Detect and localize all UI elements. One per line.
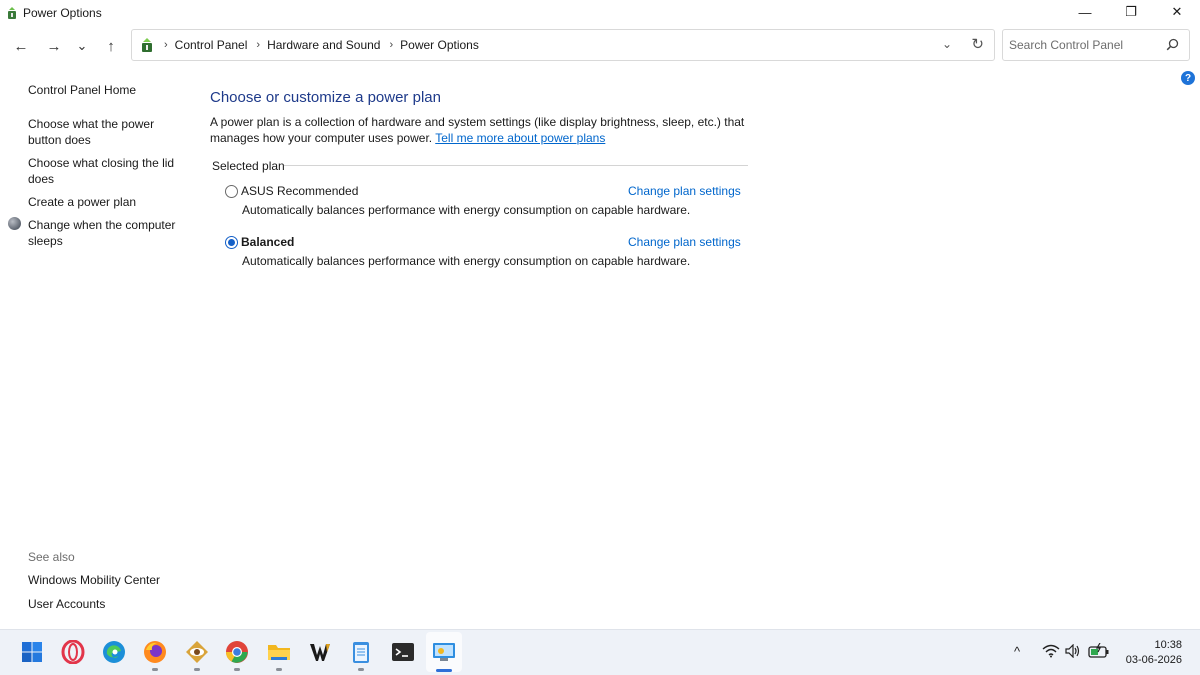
control-panel-icon <box>142 38 152 52</box>
chrome-icon[interactable] <box>224 639 250 665</box>
battery-icon[interactable] <box>1088 643 1110 659</box>
create-power-plan-link[interactable]: Create a power plan <box>28 194 190 210</box>
wifi-icon[interactable] <box>1042 644 1060 658</box>
breadcrumb-separator: › <box>256 39 261 51</box>
running-indicator <box>276 668 282 671</box>
taskbar: ^ 10:38 03-06-2026 <box>0 629 1200 675</box>
start-icon[interactable] <box>19 639 45 665</box>
notepad-icon[interactable] <box>348 639 374 665</box>
control-panel-icon[interactable] <box>431 639 457 665</box>
running-indicator <box>358 668 364 671</box>
chevron-down-icon[interactable]: ⌄ <box>942 37 952 51</box>
section-divider <box>284 165 748 166</box>
terminal-icon[interactable] <box>390 639 416 665</box>
volume-icon[interactable] <box>1065 644 1081 658</box>
page-title: Choose or customize a power plan <box>210 89 441 106</box>
clock-time: 10:38 <box>1154 639 1182 651</box>
system-clock[interactable]: 10:38 03-06-2026 <box>1126 638 1182 668</box>
power-button-link[interactable]: Choose what the power button does <box>28 116 190 148</box>
page-description: A power plan is a collection of hardware… <box>210 114 770 146</box>
navigation-bar: ← → ⌄ ↑ › Control Panel › Hardware and S… <box>0 27 1200 63</box>
computer-sleeps-link[interactable]: Change when the computer sleeps <box>28 217 190 249</box>
search-input[interactable] <box>1009 38 1159 52</box>
address-bar[interactable]: › Control Panel › Hardware and Sound › P… <box>131 29 995 61</box>
breadcrumb-power-options[interactable]: Power Options <box>400 38 479 52</box>
plan-description: Automatically balances performance with … <box>242 254 691 268</box>
title-bar: Power Options — ❐ ✕ <box>0 0 1200 26</box>
running-indicator <box>194 668 200 671</box>
control-panel-home-link[interactable]: Control Panel Home <box>28 82 190 98</box>
restore-button[interactable]: ❐ <box>1108 0 1154 24</box>
help-icon[interactable]: ? <box>1181 71 1195 85</box>
window-controls: — ❐ ✕ <box>1062 0 1200 24</box>
file-explorer-icon[interactable] <box>266 639 292 665</box>
plan-description: Automatically balances performance with … <box>242 203 691 217</box>
show-hidden-icons-button[interactable]: ^ <box>1014 644 1020 659</box>
opera-icon[interactable] <box>60 639 86 665</box>
plan-name[interactable]: ASUS Recommended <box>241 184 358 198</box>
change-plan-settings-link[interactable]: Change plan settings <box>628 235 741 249</box>
running-indicator <box>152 668 158 671</box>
power-options-icon <box>8 7 16 19</box>
refresh-icon[interactable]: ↻ <box>971 35 984 53</box>
back-button[interactable]: ← <box>10 35 32 57</box>
left-pane: Control Panel Home Choose what the power… <box>0 64 195 629</box>
user-accounts-link[interactable]: User Accounts <box>28 596 190 612</box>
moon-icon <box>8 217 21 230</box>
windows-mobility-center-link[interactable]: Windows Mobility Center <box>28 572 190 588</box>
search-box[interactable] <box>1002 29 1190 61</box>
minimize-button[interactable]: — <box>1062 0 1108 24</box>
plan-name[interactable]: Balanced <box>241 235 294 249</box>
plan-radio-asus-recommended[interactable] <box>225 185 238 198</box>
closing-lid-link[interactable]: Choose what closing the lid does <box>28 155 190 187</box>
breadcrumb-control-panel[interactable]: Control Panel <box>175 38 248 52</box>
recent-locations-button[interactable]: ⌄ <box>71 35 93 57</box>
window-title: Power Options <box>23 6 102 20</box>
search-icon[interactable] <box>1166 38 1179 51</box>
breadcrumb-hardware-and-sound[interactable]: Hardware and Sound <box>267 38 380 52</box>
edge-icon[interactable] <box>101 639 127 665</box>
running-indicator <box>234 668 240 671</box>
plan-radio-balanced[interactable] <box>225 236 238 249</box>
breadcrumb-separator: › <box>389 39 394 51</box>
forward-button[interactable]: → <box>43 35 65 57</box>
up-button[interactable]: ↑ <box>100 35 122 57</box>
tell-me-more-link[interactable]: Tell me more about power plans <box>435 131 605 145</box>
see-also-label: See also <box>28 550 75 564</box>
breadcrumb-separator: › <box>164 39 168 51</box>
clock-date: 03-06-2026 <box>1125 654 1182 666</box>
active-app-indicator <box>436 669 452 672</box>
w-app-icon[interactable] <box>307 639 333 665</box>
firefox-icon[interactable] <box>142 639 168 665</box>
close-button[interactable]: ✕ <box>1154 0 1200 24</box>
eye-app-icon[interactable] <box>184 639 210 665</box>
change-plan-settings-link[interactable]: Change plan settings <box>628 184 741 198</box>
selected-plan-label: Selected plan <box>212 159 285 173</box>
